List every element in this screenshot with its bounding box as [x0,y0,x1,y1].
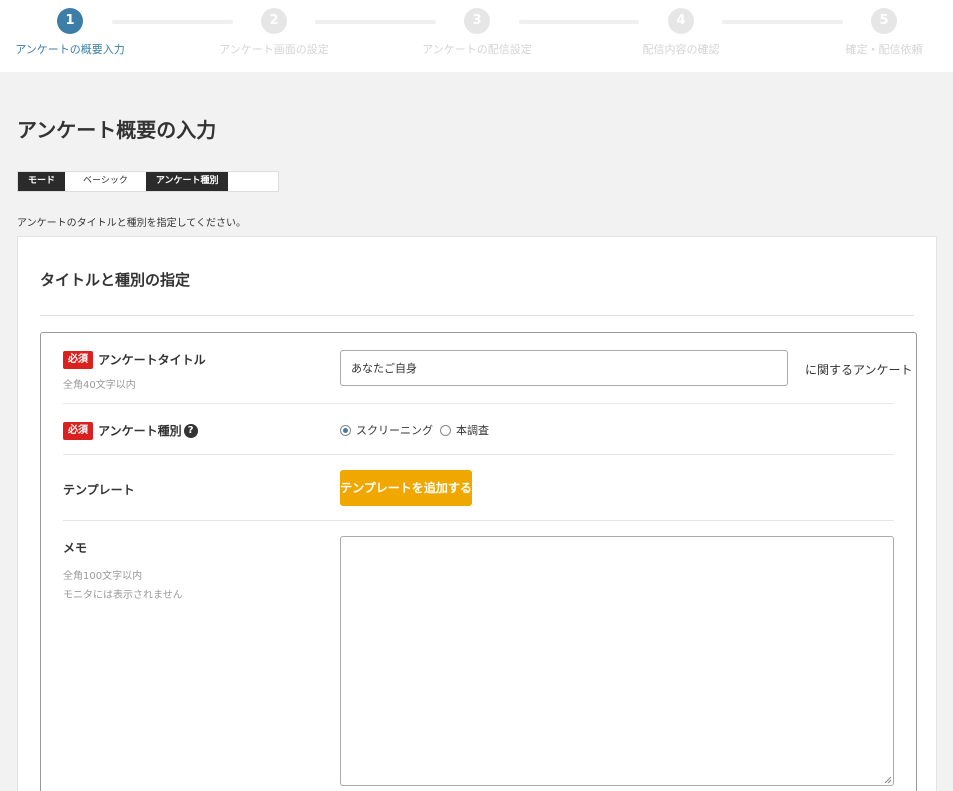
required-badge: 必須 [63,350,93,369]
step-1: 1 アンケートの概要入力 [10,8,130,57]
page-title: アンケート概要の入力 [17,118,217,142]
card-title: タイトルと種別の指定 [40,271,191,289]
step-2: 2 アンケート画面の設定 [214,8,334,57]
survey-title-label: アンケートタイトル [98,353,206,367]
survey-type-key: アンケート種別 [145,172,229,191]
memo-label: メモ [63,541,88,555]
step-4: 4 配信内容の確認 [621,8,741,57]
step-3: 3 アンケートの配信設定 [417,8,537,57]
radio-main-survey[interactable] [440,424,451,436]
row-divider [63,454,894,455]
survey-type-label: アンケート種別 [98,424,182,438]
step-number: 4 [668,8,694,34]
form-box: 必須 アンケートタイトル 全角40文字以内 に関するアンケート 必須 アンケート… [40,332,917,791]
survey-title-suffix: に関するアンケート [805,363,913,377]
step-label: アンケートの配信設定 [422,43,532,56]
radio-main-survey-label[interactable]: 本調査 [456,422,489,438]
step-number: 1 [57,8,83,34]
memo-hint-length: 全角100文字以内 [63,571,143,582]
instruction-text: アンケートのタイトルと種別を指定してください。 [17,218,246,229]
step-label: アンケート画面の設定 [219,43,329,56]
step-label: 確定・配信依頼 [845,43,923,56]
row-divider [63,403,894,404]
step-number: 2 [261,8,287,34]
form-card: タイトルと種別の指定 必須 アンケートタイトル 全角40文字以内 に関するアンケ… [17,236,937,791]
survey-type-radio-group: スクリーニング 本調査 [340,422,496,438]
step-5: 5 確定・配信依頼 [824,8,944,57]
step-label: 配信内容の確認 [642,43,720,56]
step-label: アンケートの概要入力 [15,43,125,56]
mode-key: モード [18,172,66,191]
step-number: 3 [464,8,490,34]
memo-label-group: メモ 全角100文字以内 モニタには表示されません [63,539,183,601]
survey-title-input[interactable] [340,350,788,386]
survey-type-value [228,172,265,191]
card-divider [40,315,914,316]
memo-hint-visibility: モニタには表示されません [63,590,183,601]
template-label: テンプレート [63,483,135,497]
survey-title-hint: 全角40文字以内 [63,379,136,391]
add-template-button[interactable]: テンプレートを追加する [340,470,472,506]
help-icon[interactable]: ? [183,423,198,438]
survey-type-label-group: 必須 アンケート種別? [63,420,198,440]
resize-grip-icon[interactable] [884,776,892,784]
mode-value: ベーシック [65,172,146,191]
step-number: 5 [871,8,897,34]
row-divider [63,520,894,521]
progress-stepper: 1 アンケートの概要入力 2 アンケート画面の設定 3 アンケートの配信設定 4… [0,0,953,72]
radio-screening[interactable] [340,424,351,436]
required-badge: 必須 [63,421,93,440]
memo-textarea[interactable] [340,536,894,786]
survey-title-label-group: 必須 アンケートタイトル 全角40文字以内 [63,349,206,391]
radio-screening-label[interactable]: スクリーニング [356,422,433,438]
mode-summary-bar: モード ベーシック アンケート種別 [17,171,279,192]
